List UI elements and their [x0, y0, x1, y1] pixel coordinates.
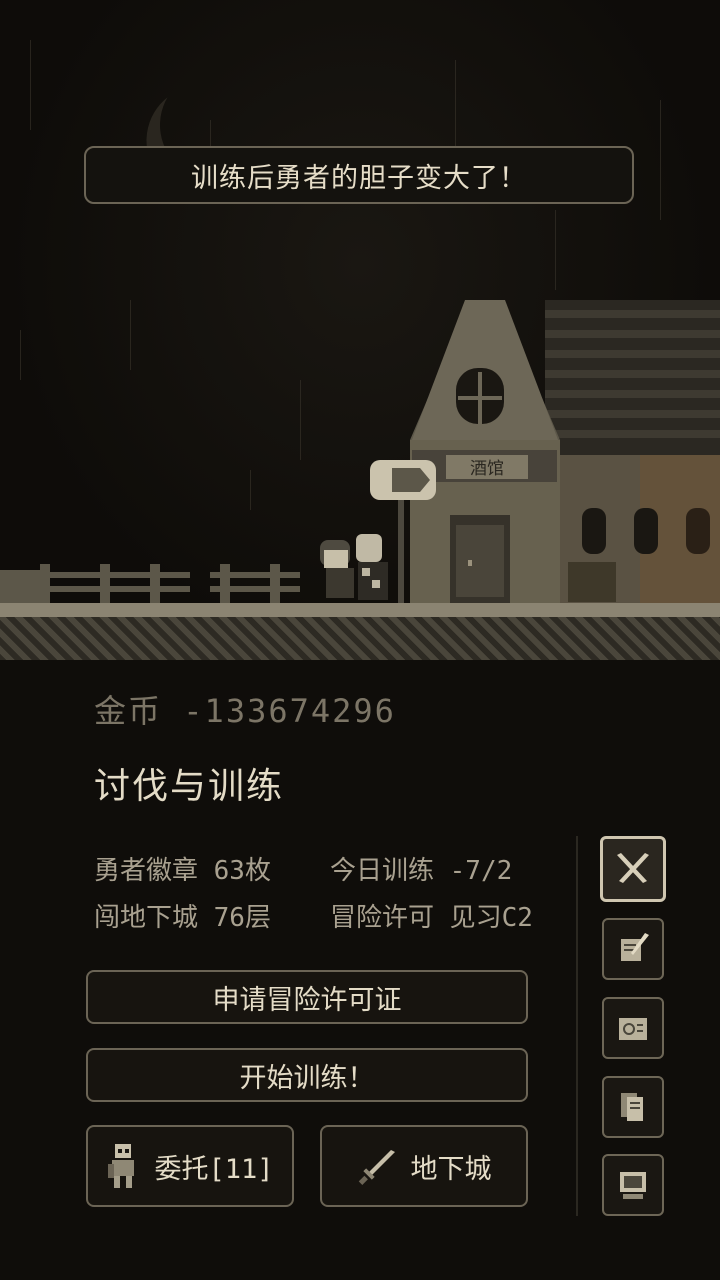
ground-surface [0, 603, 720, 617]
adventure-license-stat: 冒险许可 见习C2 [330, 903, 533, 933]
side-tab-documents[interactable] [602, 1076, 664, 1138]
tavern-scene-art: 酒馆 [0, 300, 720, 605]
map-icon [619, 1018, 647, 1040]
fence [0, 564, 300, 604]
section-title: 讨伐与训练 [94, 766, 285, 807]
crossed-swords-icon [617, 853, 649, 883]
side-tab-records[interactable] [602, 918, 664, 980]
side-divider [576, 836, 578, 1216]
commission-label: 委托[11] [154, 1153, 274, 1185]
dungeon-label: 地下城 [410, 1153, 492, 1185]
gold-display: 金币 -133674296 [94, 686, 396, 732]
gold-value: -133674296 [183, 692, 396, 730]
today-training-stat: 今日训练 -7/2 [330, 856, 513, 886]
computer-icon [620, 1172, 646, 1199]
hero-sprites [320, 534, 388, 600]
quill-scroll-icon [621, 933, 649, 961]
dungeon-button[interactable]: 地下城 [320, 1125, 528, 1207]
message-banner: 训练后勇者的胆子变大了！ [84, 146, 634, 204]
sword-icon [358, 1150, 395, 1185]
start-training-label: 开始训练！ [239, 1062, 375, 1094]
tavern-sign: 酒馆 [470, 459, 504, 479]
start-training-button[interactable]: 开始训练！ [86, 1048, 528, 1102]
documents-icon [621, 1093, 643, 1121]
game-scene: 酒馆 训练后勇者的胆子变大了！ [0, 0, 720, 660]
commission-button[interactable]: 委托[11] [86, 1125, 294, 1207]
hero-badges-stat: 勇者徽章 63枚 [94, 856, 271, 886]
side-tab-computer[interactable] [602, 1154, 664, 1216]
dungeon-floor-stat: 闯地下城 76层 [94, 903, 271, 933]
side-tab-map[interactable] [602, 997, 664, 1059]
ground-stones [0, 617, 720, 660]
skeleton-knight-icon [108, 1144, 135, 1188]
gold-label: 金币 [94, 692, 163, 730]
apply-license-button[interactable]: 申请冒险许可证 [86, 970, 528, 1024]
apply-license-label: 申请冒险许可证 [212, 984, 402, 1016]
side-tab-battle-training[interactable] [600, 836, 666, 902]
